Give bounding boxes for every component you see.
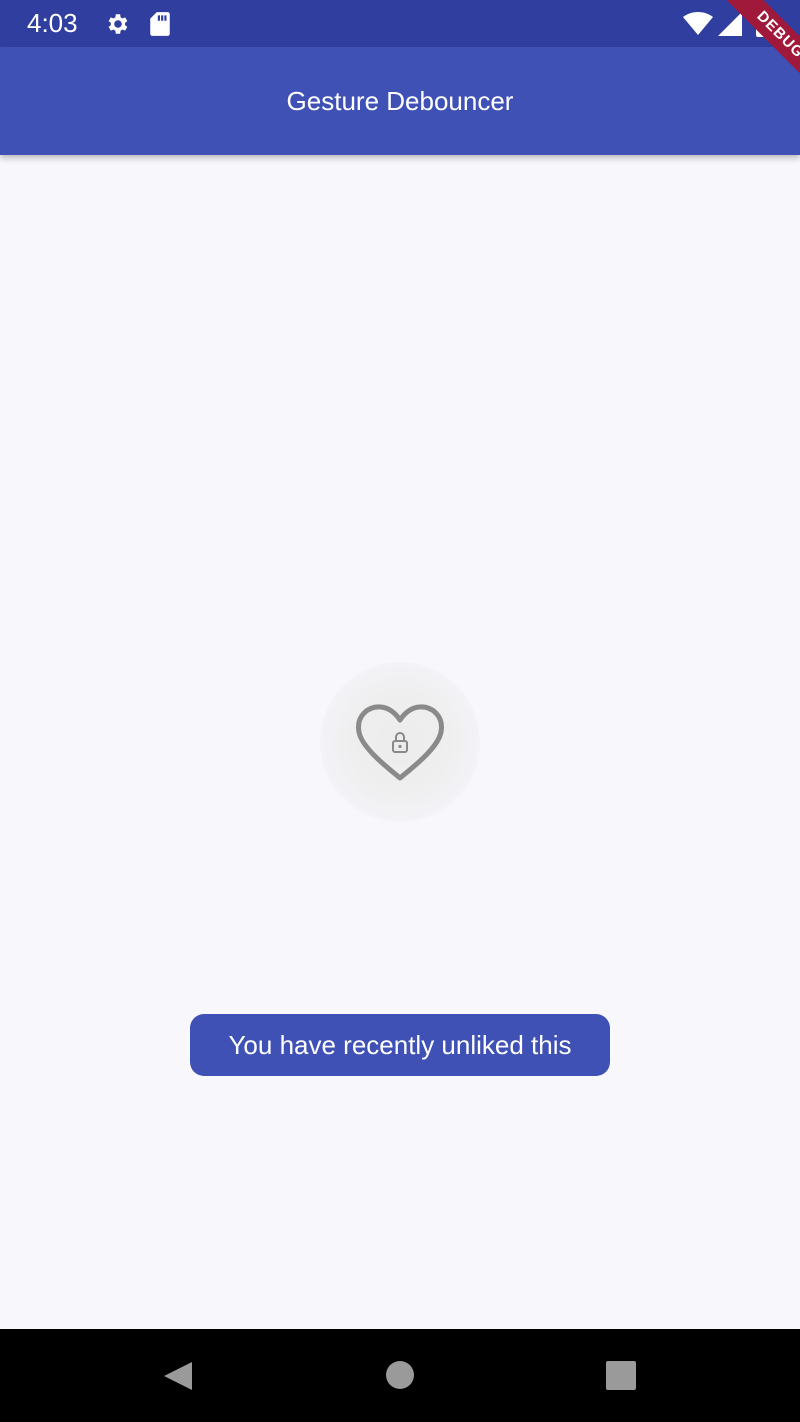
sd-card-icon bbox=[150, 12, 170, 36]
app-bar: Gesture Debouncer bbox=[0, 47, 800, 155]
back-icon bbox=[164, 1362, 192, 1390]
battery-icon bbox=[756, 9, 772, 37]
back-button[interactable] bbox=[138, 1329, 218, 1422]
gear-icon bbox=[108, 14, 128, 34]
home-icon bbox=[386, 1361, 414, 1389]
snackbar: You have recently unliked this bbox=[190, 1014, 610, 1076]
snackbar-message: You have recently unliked this bbox=[228, 1030, 572, 1060]
signal-icon bbox=[718, 12, 742, 36]
wifi-icon bbox=[683, 12, 713, 35]
recents-icon bbox=[606, 1361, 636, 1390]
home-button[interactable] bbox=[360, 1329, 440, 1422]
status-bar: 4:03 bbox=[0, 0, 800, 47]
like-button[interactable] bbox=[320, 662, 480, 822]
recents-button[interactable] bbox=[581, 1329, 661, 1422]
status-time: 4:03 bbox=[27, 8, 78, 38]
navigation-bar bbox=[0, 1329, 800, 1422]
page-title: Gesture Debouncer bbox=[286, 86, 514, 116]
heart-lock-icon bbox=[356, 704, 444, 781]
